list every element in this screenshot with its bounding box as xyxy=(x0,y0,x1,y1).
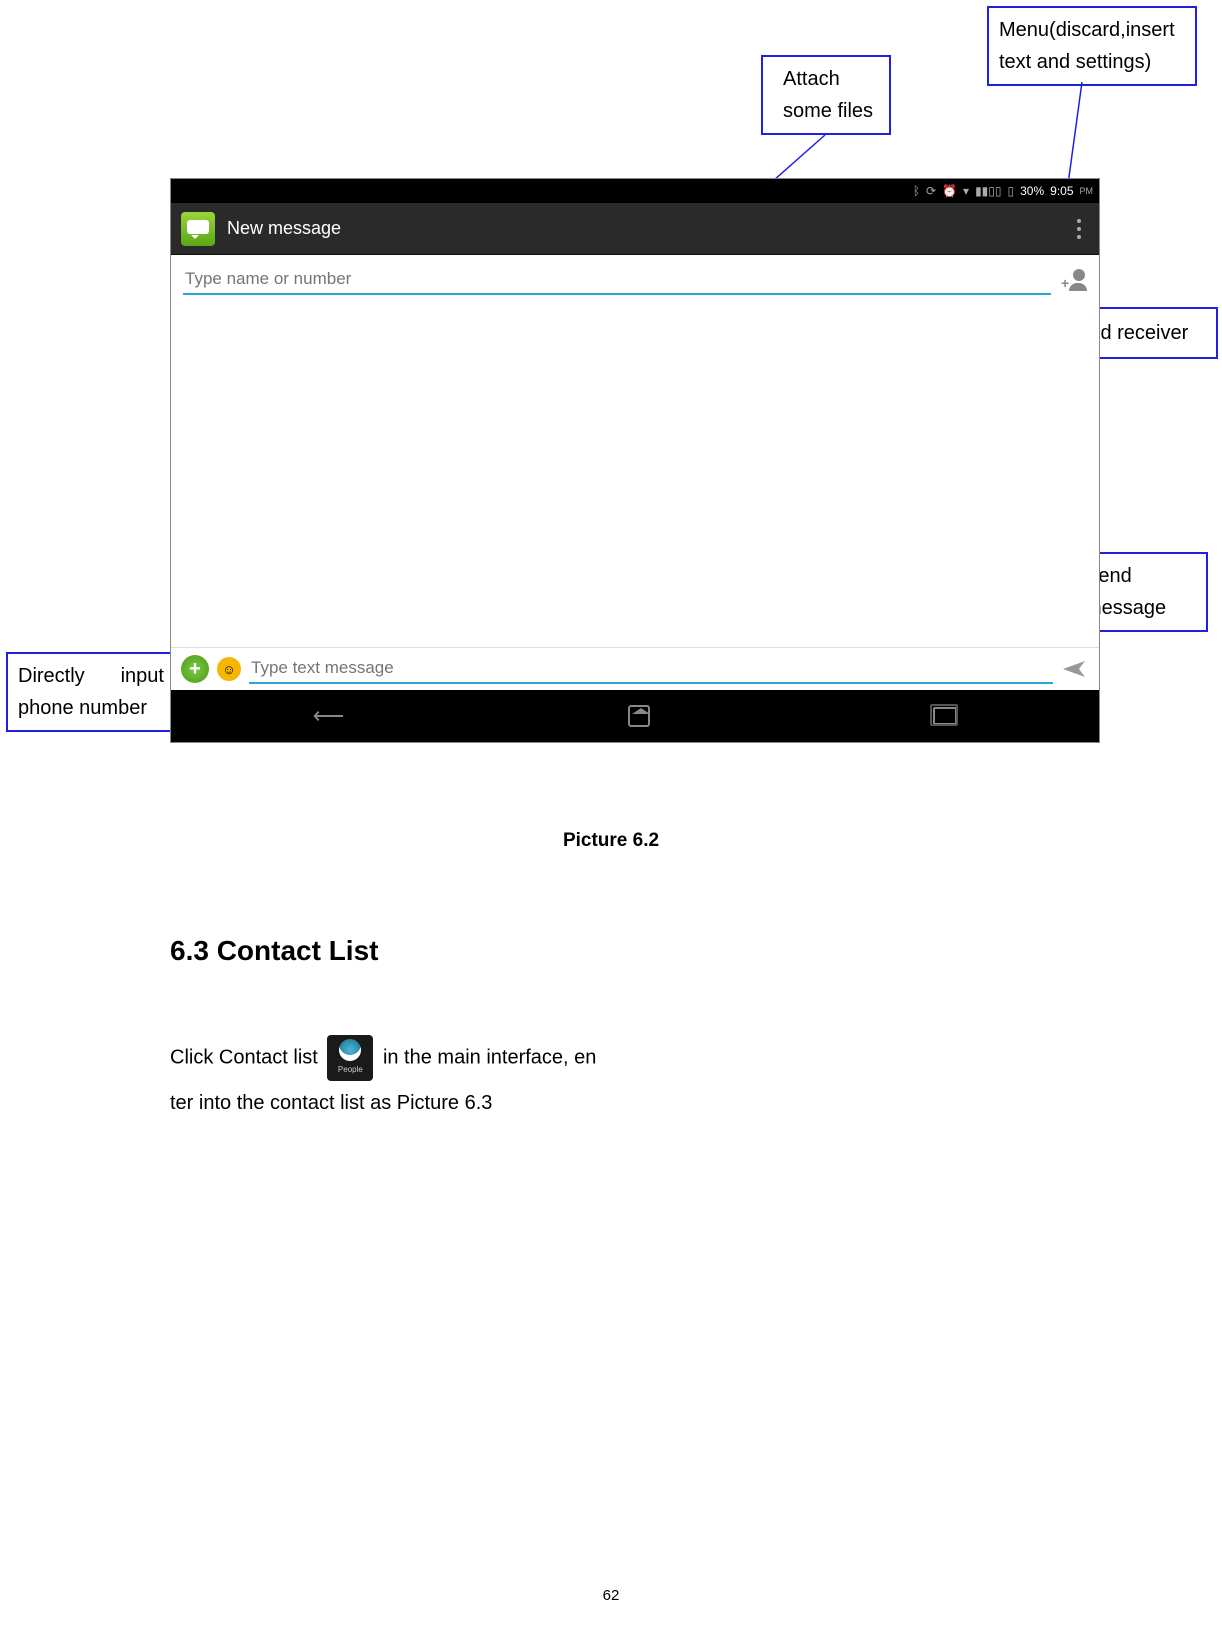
app-header: New message xyxy=(171,203,1099,255)
screenshot-new-message: ᛒ ⟳ ⏰ ▾ ▮▮▯▯ ▯ 30% 9:05 PM New message +… xyxy=(170,178,1100,743)
compose-row: + ☺ xyxy=(171,647,1099,690)
alarm-icon: ⏰ xyxy=(942,184,957,198)
bluetooth-icon: ᛒ xyxy=(913,184,920,198)
body-line2: ter into the contact list as Picture 6.3 xyxy=(170,1092,492,1114)
callout-direct-input: Directly input phone number xyxy=(6,652,176,732)
time-suffix: PM xyxy=(1080,186,1094,196)
add-receiver-icon[interactable]: + xyxy=(1061,269,1087,291)
status-time: 9:05 xyxy=(1050,184,1073,198)
message-input[interactable] xyxy=(249,654,1053,684)
send-icon xyxy=(1061,659,1089,679)
status-bar: ᛒ ⟳ ⏰ ▾ ▮▮▯▯ ▯ 30% 9:05 PM xyxy=(171,179,1099,203)
body-paragraph: Click Contact list in the main interface… xyxy=(170,1035,930,1125)
recipient-row: + xyxy=(171,255,1099,301)
emoji-button[interactable]: ☺ xyxy=(217,657,241,681)
recipient-input[interactable] xyxy=(183,265,1051,295)
attach-button[interactable]: + xyxy=(181,655,209,683)
battery-icon: ▯ xyxy=(1008,184,1015,198)
signal-icon: ▮▮▯▯ xyxy=(975,184,1001,198)
people-app-icon xyxy=(327,1035,373,1081)
body-line1b: in the main interface, en xyxy=(383,1046,596,1068)
callout-attach: Attach some files xyxy=(761,55,891,135)
section-heading: 6.3 Contact List xyxy=(170,935,378,967)
battery-percent: 30% xyxy=(1020,184,1044,198)
body-line1a: Click Contact list xyxy=(170,1046,323,1068)
page-number: 62 xyxy=(603,1587,620,1604)
android-nav-bar: ⟵ xyxy=(171,690,1099,742)
sync-icon: ⟳ xyxy=(926,184,936,198)
callout-menu: Menu(discard,insert text and settings) xyxy=(987,6,1197,86)
app-title: New message xyxy=(227,218,1057,239)
figure-caption: Picture 6.2 xyxy=(0,830,1222,852)
back-button[interactable]: ⟵ xyxy=(313,703,345,729)
send-button[interactable] xyxy=(1061,659,1089,679)
home-button[interactable] xyxy=(628,705,650,727)
overflow-menu-icon[interactable] xyxy=(1069,219,1089,239)
wifi-icon: ▾ xyxy=(963,184,969,198)
messaging-app-icon[interactable] xyxy=(181,212,215,246)
recent-apps-button[interactable] xyxy=(933,707,957,725)
